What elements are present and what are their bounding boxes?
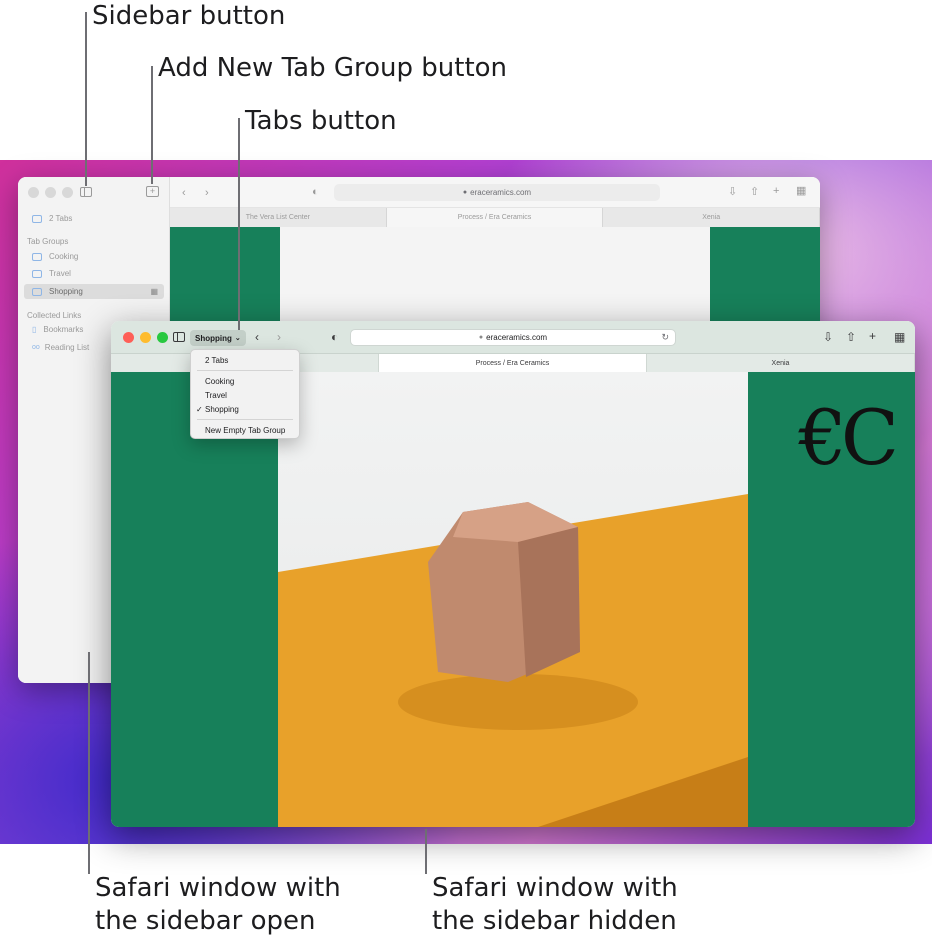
tab-process-era-ceramics[interactable]: Process / Era Ceramics: [379, 354, 647, 372]
tab-xenia[interactable]: Xenia: [647, 354, 915, 372]
callout-sidebar-hidden-line1: Safari window with: [432, 873, 678, 903]
download-icon[interactable]: ⇩: [823, 331, 833, 343]
era-ceramics-logo[interactable]: €C: [798, 400, 898, 476]
collected-links-heading: Collected Links: [27, 311, 82, 320]
laptop-icon: [32, 214, 42, 223]
leader-add-tab-group: [151, 66, 153, 184]
tab-groups-heading: Tab Groups: [27, 237, 69, 246]
menu-item-cooking[interactable]: Cooking: [191, 374, 299, 388]
checkmark-icon: ✓: [196, 404, 203, 414]
window-controls: [123, 332, 168, 343]
web-content: €C: [111, 372, 915, 827]
zoom-button[interactable]: [62, 187, 73, 198]
leader-tabs-button: [238, 118, 240, 330]
share-icon[interactable]: ⇧: [750, 186, 759, 198]
leader-sidebar-hidden: [425, 829, 427, 874]
tab-group-icon: [32, 269, 42, 278]
tab-xenia[interactable]: Xenia: [603, 208, 820, 227]
tab-process-era-ceramics[interactable]: Process / Era Ceramics: [386, 208, 604, 227]
bookmark-icon: ▯: [32, 325, 37, 334]
ceramic-photo: [278, 372, 748, 827]
callout-add-tab-group-button: Add New Tab Group button: [158, 53, 508, 83]
plus-icon[interactable]: +: [869, 330, 876, 342]
download-icon[interactable]: ⇩: [728, 186, 737, 198]
reload-icon[interactable]: ↻: [661, 332, 669, 343]
close-button[interactable]: [123, 332, 134, 343]
callout-tabs-button: Tabs button: [245, 106, 397, 136]
plus-square-icon[interactable]: +: [146, 186, 159, 197]
grid-icon[interactable]: ▦: [150, 287, 158, 296]
menu-separator: [197, 370, 293, 371]
address-bar[interactable]: ● eraceramics.com ↻: [350, 329, 676, 346]
callout-sidebar-hidden-line2: the sidebar hidden: [432, 906, 677, 936]
callout-sidebar-button: Sidebar button: [92, 1, 286, 31]
tab-bar: The Vera List Center Process / Era Ceram…: [170, 208, 820, 227]
leader-sidebar-open: [88, 652, 90, 874]
lock-icon: ●: [462, 189, 468, 196]
sidebar-item-tabs[interactable]: 2 Tabs: [24, 211, 164, 226]
tab-group-icon: [32, 287, 42, 296]
callout-sidebar-open-line1: Safari window with: [95, 873, 341, 903]
window-controls: [28, 187, 73, 198]
sidebar-icon[interactable]: [173, 332, 185, 342]
menu-separator: [197, 419, 293, 420]
shield-icon[interactable]: ◐: [331, 331, 338, 343]
callout-sidebar-open-line2: the sidebar open: [95, 906, 316, 936]
glasses-icon: oo: [32, 344, 40, 351]
chevron-down-icon: ⌄: [234, 335, 241, 342]
chevron-left-icon[interactable]: ‹: [182, 187, 186, 199]
menu-item-new-empty-tab-group[interactable]: New Empty Tab Group: [191, 423, 299, 437]
sidebar-item-shopping[interactable]: Shopping ▦: [24, 284, 164, 299]
chevron-right-icon[interactable]: ›: [205, 187, 209, 199]
tabs-button[interactable]: Shopping ⌄: [190, 330, 246, 346]
minimize-button[interactable]: [45, 187, 56, 198]
sidebar-item-cooking[interactable]: Cooking: [24, 249, 164, 264]
minimize-button[interactable]: [140, 332, 151, 343]
share-icon[interactable]: ⇧: [846, 331, 856, 343]
grid-icon[interactable]: ▦: [894, 331, 905, 343]
grid-icon[interactable]: ▦: [796, 185, 806, 197]
menu-item-tabs[interactable]: 2 Tabs: [191, 353, 299, 367]
menu-item-travel[interactable]: Travel: [191, 388, 299, 402]
zoom-button[interactable]: [157, 332, 168, 343]
chevron-left-icon[interactable]: ‹: [255, 331, 259, 343]
shield-icon[interactable]: ◐: [312, 186, 319, 198]
close-button[interactable]: [28, 187, 39, 198]
leader-sidebar-button: [85, 12, 87, 186]
tab-group-icon: [32, 252, 42, 261]
sidebar-icon[interactable]: [80, 187, 92, 197]
chevron-right-icon[interactable]: ›: [277, 331, 281, 343]
tab-group-menu: 2 Tabs Cooking Travel ✓ Shopping New Emp…: [190, 349, 300, 439]
address-bar[interactable]: ● eraceramics.com: [334, 184, 660, 201]
plus-icon[interactable]: +: [773, 185, 779, 197]
sidebar-item-travel[interactable]: Travel: [24, 266, 164, 281]
toolbar: ‹ › ◐ ● eraceramics.com ⇩ ⇧ + ▦: [170, 177, 820, 208]
tab-vera-list-center[interactable]: The Vera List Center: [170, 208, 387, 227]
clay-on-shelf-image: [278, 494, 748, 827]
lock-icon: ●: [478, 334, 484, 341]
menu-item-shopping[interactable]: ✓ Shopping: [191, 402, 299, 416]
